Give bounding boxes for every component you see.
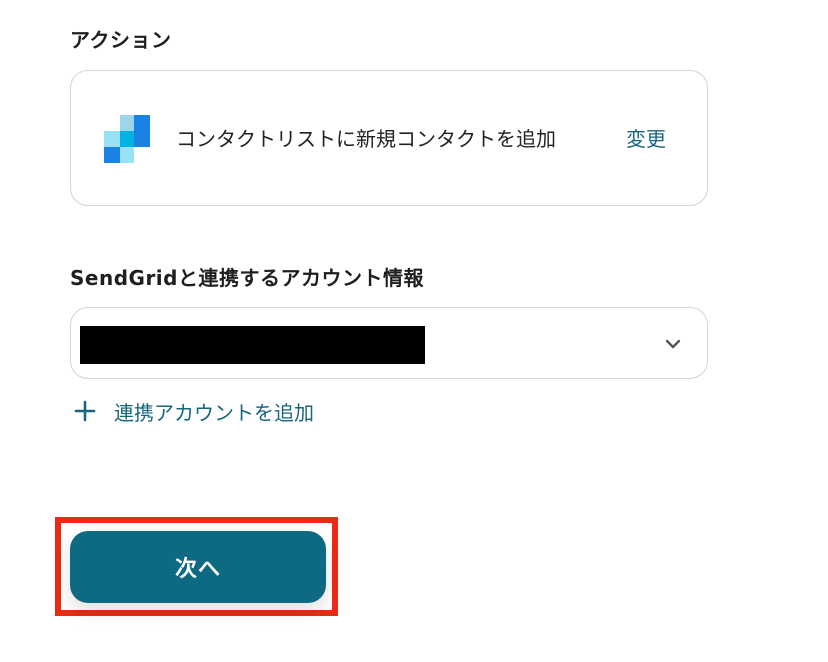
action-section-label: アクション	[70, 28, 172, 52]
next-button[interactable]: 次へ	[70, 531, 326, 603]
add-account-link[interactable]: 連携アカウントを追加	[74, 396, 314, 426]
action-name: コンタクトリストに新規コンタクトを追加	[176, 127, 556, 151]
redacted-account-value	[80, 326, 425, 364]
plus-icon	[74, 400, 96, 422]
page: アクション コンタクトリストに新規コンタクトを追加 変更 SendGridと連携…	[0, 0, 828, 662]
account-select[interactable]	[70, 307, 708, 379]
account-section-label: SendGridと連携するアカウント情報	[70, 266, 424, 290]
change-action-link[interactable]: 変更	[626, 123, 666, 152]
action-card: コンタクトリストに新規コンタクトを追加 変更	[70, 70, 708, 206]
sendgrid-logo	[104, 115, 150, 163]
add-account-label: 連携アカウントを追加	[114, 400, 314, 425]
chevron-down-icon	[665, 339, 681, 349]
